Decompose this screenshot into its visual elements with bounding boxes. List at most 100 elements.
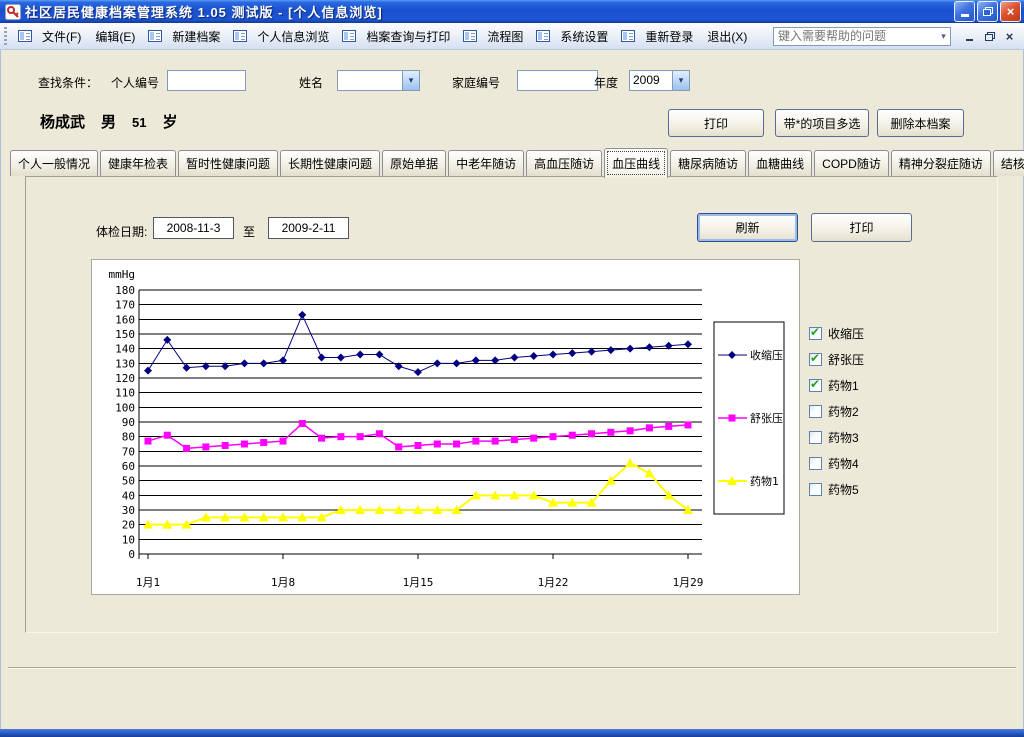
checkbox-icon[interactable]: ✔ [809,483,822,496]
refresh-button[interactable]: 刷新 [697,213,798,242]
minimize-button[interactable] [954,1,975,22]
print-chart-button[interactable]: 打印 [811,213,912,242]
svg-text:100: 100 [115,401,135,414]
svg-text:170: 170 [115,299,135,312]
filter-drug3[interactable]: ✔ 药物3 [809,424,859,450]
mdi-window-controls: × [961,29,1018,44]
menu-relogin[interactable]: 重新登录 [638,25,700,48]
filter-drug1[interactable]: ✔ 药物1 [809,372,859,398]
date-to-input[interactable] [268,217,349,239]
grid-and-axes: 0102030405060708090100110120130140150160… [109,268,704,589]
print-button[interactable]: 打印 [668,109,764,137]
svg-text:140: 140 [115,343,135,356]
check-icon: ✔ [810,377,820,391]
tab-temporary-problems[interactable]: 暂时性健康问题 [178,150,278,176]
svg-text:30: 30 [122,504,135,517]
svg-text:180: 180 [115,284,135,297]
menu-edit[interactable]: 编辑(E) [88,25,142,48]
tab-diabetes-followup[interactable]: 糖尿病随访 [670,150,746,176]
filter-diastolic[interactable]: ✔ 舒张压 [809,346,864,372]
filter-label: 药物2 [828,403,859,420]
filter-systolic[interactable]: ✔ 收缩压 [809,320,864,346]
tab-elderly-followup[interactable]: 中老年随访 [448,150,524,176]
form-icon [342,30,356,42]
menu-exit[interactable]: 退出(X) [700,25,754,48]
svg-text:80: 80 [122,431,135,444]
toolbar-grip[interactable] [4,27,7,45]
minimize-icon [966,39,973,41]
form-icon [233,30,247,42]
svg-text:70: 70 [122,445,135,458]
svg-text:40: 40 [122,489,135,502]
checkbox-icon[interactable]: ✔ [809,431,822,444]
mdi-restore-button[interactable] [981,29,998,44]
personal-id-label: 个人编号 [111,74,159,91]
personal-id-input[interactable] [167,70,246,91]
help-search-input[interactable] [774,29,937,43]
chevron-down-icon[interactable]: ▾ [672,71,689,90]
help-search-box[interactable]: ▾ [773,27,951,46]
svg-text:130: 130 [115,357,135,370]
checkbox-icon[interactable]: ✔ [809,327,822,340]
menu-query-print[interactable]: 档案查询与打印 [359,25,457,48]
tab-schizophrenia-followup[interactable]: 精神分裂症随访 [891,150,991,176]
chevron-down-icon[interactable]: ▾ [402,71,419,90]
tab-personal-general[interactable]: 个人一般情况 [10,150,98,176]
svg-text:1月22: 1月22 [538,576,569,589]
svg-text:50: 50 [122,475,135,488]
svg-text:120: 120 [115,372,135,385]
tab-original-documents[interactable]: 原始单据 [382,150,446,176]
menu-system-settings[interactable]: 系统设置 [553,25,615,48]
family-id-label: 家庭编号 [452,74,500,91]
form-icon [463,30,477,42]
tab-glucose-curve[interactable]: 血糖曲线 [748,150,812,176]
tab-strip: 个人一般情况 健康年检表 暂时性健康问题 长期性健康问题 原始单据 中老年随访 … [10,148,1024,176]
checkbox-icon[interactable]: ✔ [809,353,822,366]
mdi-close-button[interactable]: × [1001,29,1018,44]
check-icon: ✔ [810,351,820,365]
close-button[interactable]: × [1000,1,1021,22]
app-window: 社区居民健康档案管理系统 1.05 测试版 - [个人信息浏览] × 文件(F)… [0,0,1024,737]
window-controls: × [954,1,1021,22]
filter-drug5[interactable]: ✔ 药物5 [809,476,859,502]
svg-text:60: 60 [122,460,135,473]
mdi-minimize-button[interactable] [961,29,978,44]
restore-button[interactable] [977,1,998,22]
svg-text:收缩压: 收缩压 [750,348,783,362]
checkbox-icon[interactable]: ✔ [809,457,822,470]
chevron-down-icon[interactable]: ▾ [937,31,950,42]
svg-text:0: 0 [128,548,135,561]
filter-label: 药物4 [828,455,859,472]
menu-personal-info[interactable]: 个人信息浏览 [250,25,336,48]
filter-drug2[interactable]: ✔ 药物2 [809,398,859,424]
tab-tb-followup[interactable]: 结核病随访 [993,150,1024,176]
date-from-input[interactable] [153,217,234,239]
menu-flowchart[interactable]: 流程图 [480,25,530,48]
tab-bp-curve[interactable]: 血压曲线 [604,148,668,178]
checkbox-icon[interactable]: ✔ [809,405,822,418]
form-icon [18,30,32,42]
name-select[interactable]: ▾ [337,70,420,91]
name-select-value [338,71,402,90]
svg-text:1月8: 1月8 [271,576,295,589]
year-select-value: 2009 [630,71,672,90]
checkbox-icon[interactable]: ✔ [809,379,822,392]
year-select[interactable]: 2009 ▾ [629,70,690,91]
family-id-input[interactable] [517,70,598,91]
window-bottom-border [0,729,1024,737]
svg-text:1月1: 1月1 [136,576,160,589]
svg-text:150: 150 [115,328,135,341]
tab-copd-followup[interactable]: COPD随访 [814,150,889,176]
svg-text:舒张压: 舒张压 [750,411,783,425]
delete-record-button[interactable]: 删除本档案 [877,109,964,137]
check-icon: ✔ [810,325,820,339]
menu-new-record[interactable]: 新建档案 [165,25,227,48]
tab-hypertension-followup[interactable]: 高血压随访 [526,150,602,176]
filter-drug4[interactable]: ✔ 药物4 [809,450,859,476]
menu-file[interactable]: 文件(F) [35,25,88,48]
bp-chart: 0102030405060708090100110120130140150160… [92,260,799,594]
multi-select-button[interactable]: 带*的项目多选 [775,109,869,137]
tab-annual-exam[interactable]: 健康年检表 [100,150,176,176]
bottom-divider [8,667,1016,669]
tab-longterm-problems[interactable]: 长期性健康问题 [280,150,380,176]
